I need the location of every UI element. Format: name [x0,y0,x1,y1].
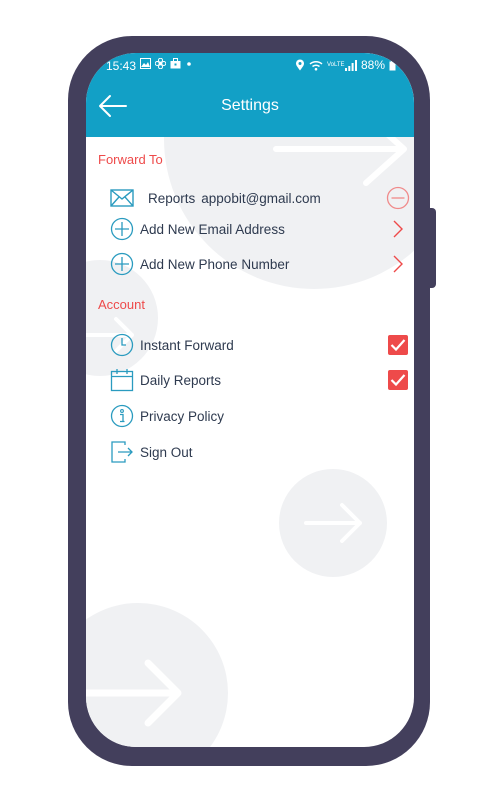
privacy-policy-label: Privacy Policy [140,408,225,424]
sign-out-item[interactable]: Sign Out [110,438,410,466]
calendar-icon [110,368,134,392]
notification-icons [140,58,193,69]
add-circle-icon [110,217,134,241]
add-email-label: Add New Email Address [140,221,285,237]
wifi-icon [309,60,323,70]
email-entry-address: appobit@gmail.com [201,190,321,206]
app-bar: 15:43 VoLTE 88% Settings [86,53,414,137]
notification-dot-icon [187,62,191,66]
privacy-policy-item[interactable]: Privacy Policy [110,402,410,430]
add-phone-number-item[interactable]: Add New Phone Number [110,250,410,278]
briefcase-icon [170,58,181,69]
gallery-icon [140,58,151,69]
remove-circle-icon [386,186,410,210]
instant-forward-label: Instant Forward [140,337,234,353]
chevron-right-icon [386,217,410,241]
signal-icon [344,59,357,71]
remove-email-button[interactable] [386,186,410,210]
daily-reports-item[interactable]: Daily Reports [110,366,410,394]
phone-screen: 15:43 VoLTE 88% Settings Forward To Repo… [86,53,414,747]
instant-forward-checkbox[interactable] [386,333,410,357]
system-icons: VoLTE 88% [295,58,396,72]
email-entry-label: Reports [148,190,196,206]
section-title-account: Account [98,297,145,312]
add-circle-icon [110,252,134,276]
sign-out-label: Sign Out [140,444,193,460]
section-title-forward-to: Forward To [98,152,163,167]
battery-percent: 88% [360,58,385,72]
location-icon [295,59,304,71]
mail-icon [110,186,134,210]
daily-reports-label: Daily Reports [140,372,222,388]
status-bar: 15:43 VoLTE 88% [86,53,414,81]
battery-icon [389,59,396,70]
network-type-label: VoLTE [326,62,345,68]
clock-icon [110,333,134,357]
checkmark-icon [388,370,408,390]
sign-out-icon [110,440,134,464]
status-time: 15:43 [106,59,137,73]
instant-forward-item[interactable]: Instant Forward [110,331,410,359]
phone-side-button [428,208,436,288]
forward-email-entry[interactable]: Reports appobit@gmail.com [110,184,410,212]
add-phone-label: Add New Phone Number [140,256,290,272]
add-email-address-item[interactable]: Add New Email Address [110,215,410,243]
page-title: Settings [221,97,279,114]
chevron-right-icon [386,252,410,276]
checkmark-icon [388,335,408,355]
info-icon [110,404,134,428]
fan-icon [155,58,166,69]
daily-reports-checkbox[interactable] [386,368,410,392]
